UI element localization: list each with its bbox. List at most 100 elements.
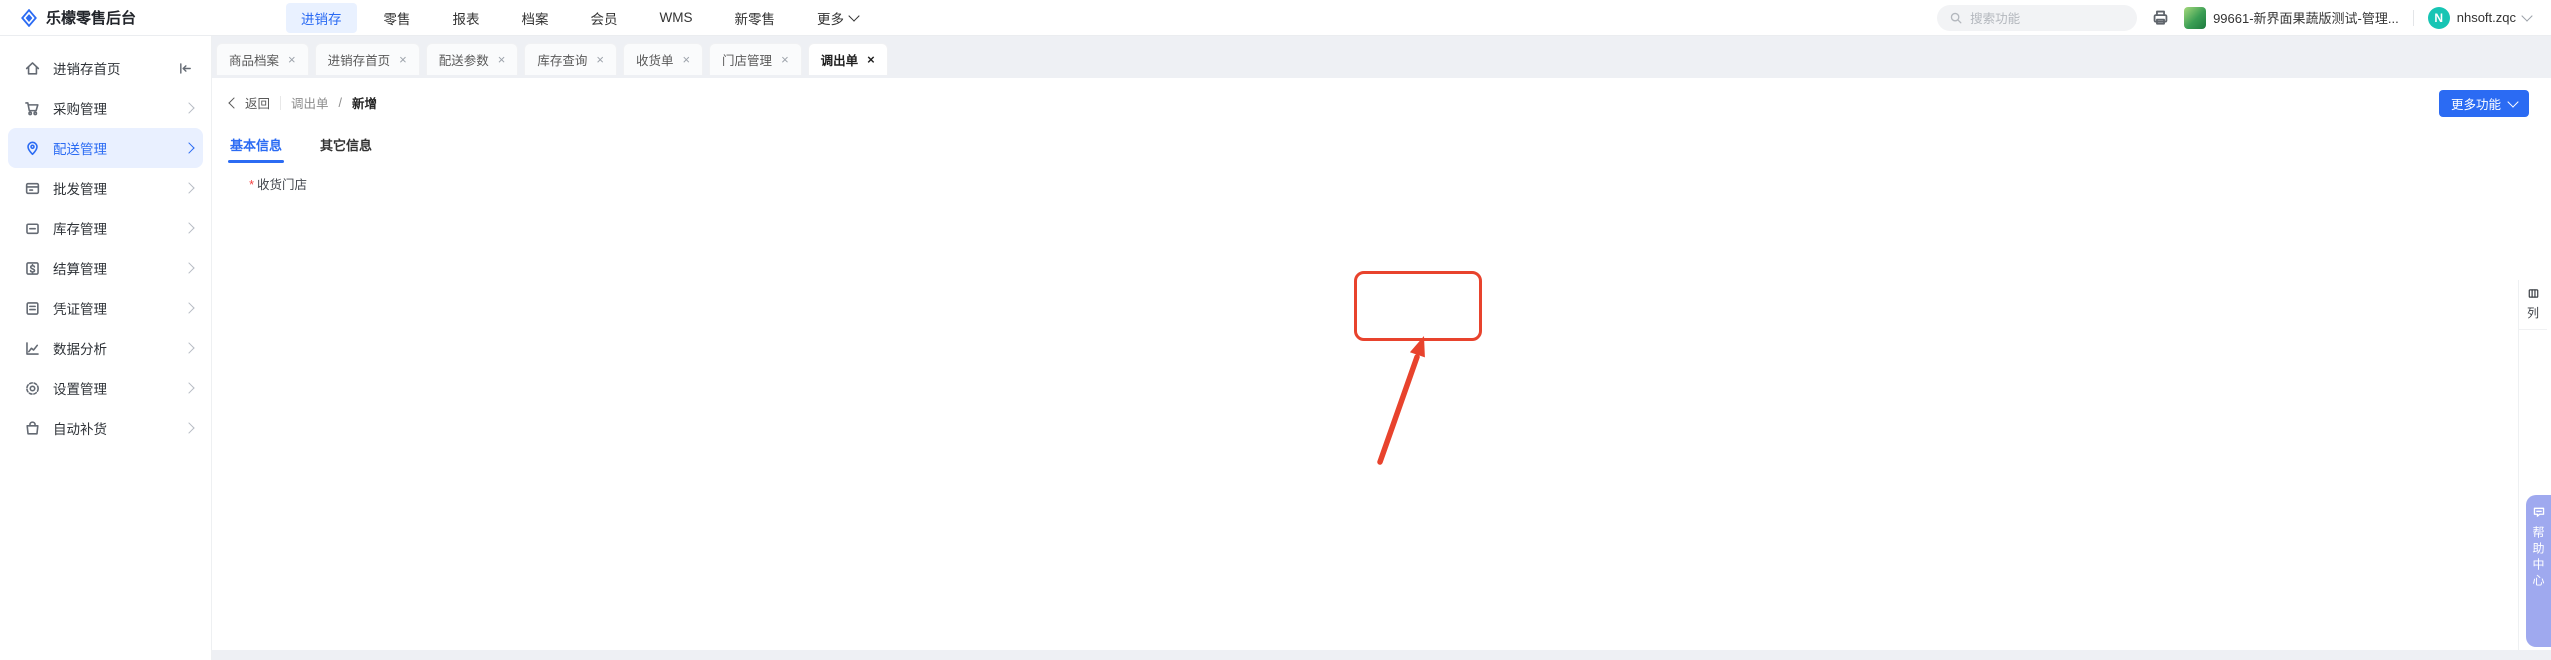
- collapse-sidebar-button[interactable]: [178, 61, 193, 76]
- worktab-2[interactable]: 配送参数 ×: [426, 43, 519, 75]
- worktab-label: 进销存首页: [328, 50, 391, 69]
- topnav-item-1[interactable]: 零售: [369, 3, 426, 33]
- chevron-down-icon: [2521, 10, 2532, 21]
- nav-label: WMS: [660, 10, 693, 25]
- close-icon[interactable]: ×: [399, 53, 407, 66]
- sidebar-item-0[interactable]: 进销存首页: [0, 48, 211, 88]
- topbar-divider: [2413, 10, 2414, 26]
- more-actions-button[interactable]: 更多功能: [2439, 90, 2529, 117]
- store-name: 99661-新界面果蔬版测试-管理...: [2213, 8, 2399, 27]
- chevron-right-icon: [185, 424, 193, 432]
- help-center-label: 帮助中心: [2530, 526, 2547, 590]
- chevron-right-icon: [183, 142, 194, 153]
- nav-label: 报表: [453, 8, 480, 28]
- topnav-item-0[interactable]: 进销存: [286, 3, 357, 33]
- chevron-right-icon: [183, 422, 194, 433]
- topnav-item-6[interactable]: 新零售: [720, 3, 791, 33]
- collapse-sidebar-icon[interactable]: [178, 61, 193, 76]
- sidebar-item-label: 库存管理: [53, 218, 107, 238]
- chevron-right-icon: [185, 304, 193, 312]
- back-label: 返回: [245, 93, 270, 112]
- store-switcher[interactable]: 99661-新界面果蔬版测试-管理...: [2184, 7, 2399, 29]
- worktab-label: 调出单: [821, 50, 859, 69]
- store-logo: [2184, 7, 2206, 29]
- chevron-right-icon: [183, 342, 194, 353]
- delivery-icon: [24, 140, 41, 157]
- sidebar-item-7[interactable]: 数据分析: [0, 328, 211, 368]
- tab-other-info[interactable]: 其它信息: [320, 135, 372, 163]
- sidebar-item-2[interactable]: 配送管理: [8, 128, 203, 168]
- chevron-right-icon: [183, 382, 194, 393]
- close-icon[interactable]: ×: [867, 53, 875, 66]
- chevron-right-icon: [183, 262, 194, 273]
- top-nav: 进销存零售 报表 档案 会员 WMS 新零售 更多: [286, 3, 873, 33]
- help-center-button[interactable]: 帮助中心: [2526, 495, 2551, 647]
- worktab-5[interactable]: 门店管理 ×: [709, 43, 802, 75]
- user-avatar: N: [2428, 7, 2450, 29]
- app-logo: 乐檬零售后台: [20, 7, 136, 28]
- cart-icon: [24, 100, 41, 117]
- topnav-item-4[interactable]: 会员: [576, 3, 633, 33]
- sidebar-item-8[interactable]: 设置管理: [0, 368, 211, 408]
- chevron-left-icon: [228, 97, 239, 108]
- global-search-input[interactable]: 搜索功能: [1937, 5, 2137, 31]
- worktab-label: 配送参数: [439, 50, 489, 69]
- worktab-label: 库存查询: [537, 50, 587, 69]
- chat-icon: [2532, 505, 2546, 519]
- chevron-right-icon: [185, 184, 193, 192]
- sidebar-item-label: 采购管理: [53, 98, 107, 118]
- sidebar-item-label: 配送管理: [53, 138, 107, 158]
- topbar-right: 搜索功能 99661-新界面果蔬版测试-管理... N nhsoft.zqc: [1937, 5, 2531, 31]
- printer-icon[interactable]: [2151, 8, 2170, 27]
- worktab-0[interactable]: 商品档案×: [216, 43, 309, 75]
- nav-label: 新零售: [735, 8, 776, 28]
- back-button[interactable]: 返回: [230, 93, 270, 112]
- wholesale-icon: [24, 180, 41, 197]
- user-menu[interactable]: N nhsoft.zqc: [2428, 7, 2531, 29]
- nav-label: 会员: [591, 8, 618, 28]
- chevron-right-icon: [185, 104, 193, 112]
- settlement-icon: [24, 260, 41, 277]
- close-icon[interactable]: ×: [288, 53, 296, 66]
- search-placeholder: 搜索功能: [1970, 8, 2020, 27]
- topnav-item-2[interactable]: 报表: [438, 3, 495, 33]
- worktab-label: 收货单: [636, 50, 674, 69]
- close-icon[interactable]: ×: [682, 53, 690, 66]
- breadcrumb: 返回 调出单 / 新增: [230, 93, 377, 112]
- sidebar-item-label: 进销存首页: [53, 58, 121, 78]
- content: 商品档案× 进销存首页 × 配送参数 × 库存查询 × 收货单 × 门店管理 × 调出单 × 返回 调出…: [212, 36, 2551, 660]
- chevron-right-icon: [185, 144, 193, 152]
- worktab-6[interactable]: 调出单 ×: [808, 43, 888, 75]
- sidebar-item-6[interactable]: 凭证管理: [0, 288, 211, 328]
- close-icon[interactable]: ×: [596, 53, 604, 66]
- worktab-4[interactable]: 收货单 ×: [623, 43, 703, 75]
- tab-basic-info[interactable]: 基本信息: [230, 135, 282, 163]
- sidebar-item-4[interactable]: 库存管理: [0, 208, 211, 248]
- sidebar: 进销存首页采购管理配送管理批发管理库存管理结算管理凭证管理数据分析设置管理自动补…: [0, 36, 212, 660]
- field-label-store: *收货门店: [226, 170, 307, 200]
- app-title: 乐檬零售后台: [46, 7, 136, 28]
- topnav-item-3[interactable]: 档案: [507, 3, 564, 33]
- sidebar-item-9[interactable]: 自动补货: [0, 408, 211, 448]
- topnav-item-7[interactable]: 更多: [802, 3, 873, 33]
- sidebar-item-5[interactable]: 结算管理: [0, 248, 211, 288]
- sidebar-item-label: 结算管理: [53, 258, 107, 278]
- logo-icon: [20, 9, 38, 27]
- chevron-down-icon: [848, 10, 859, 21]
- sidebar-item-3[interactable]: 批发管理: [0, 168, 211, 208]
- search-icon: [1949, 11, 1963, 25]
- info-tabs: 基本信息 其它信息: [230, 135, 372, 163]
- topnav-item-5[interactable]: WMS: [645, 5, 708, 30]
- close-icon[interactable]: ×: [781, 53, 789, 66]
- worktab-1[interactable]: 进销存首页 ×: [315, 43, 420, 75]
- worktab-label: 门店管理: [722, 50, 772, 69]
- inventory-icon: [24, 220, 41, 237]
- more-actions-label: 更多功能: [2451, 94, 2501, 113]
- page-title: 新增: [352, 93, 377, 112]
- worktab-3[interactable]: 库存查询 ×: [524, 43, 617, 75]
- sidebar-item-label: 批发管理: [53, 178, 107, 198]
- close-icon[interactable]: ×: [498, 53, 506, 66]
- nav-label: 更多: [817, 8, 844, 28]
- sidebar-item-1[interactable]: 采购管理: [0, 88, 211, 128]
- chevron-right-icon: [185, 264, 193, 272]
